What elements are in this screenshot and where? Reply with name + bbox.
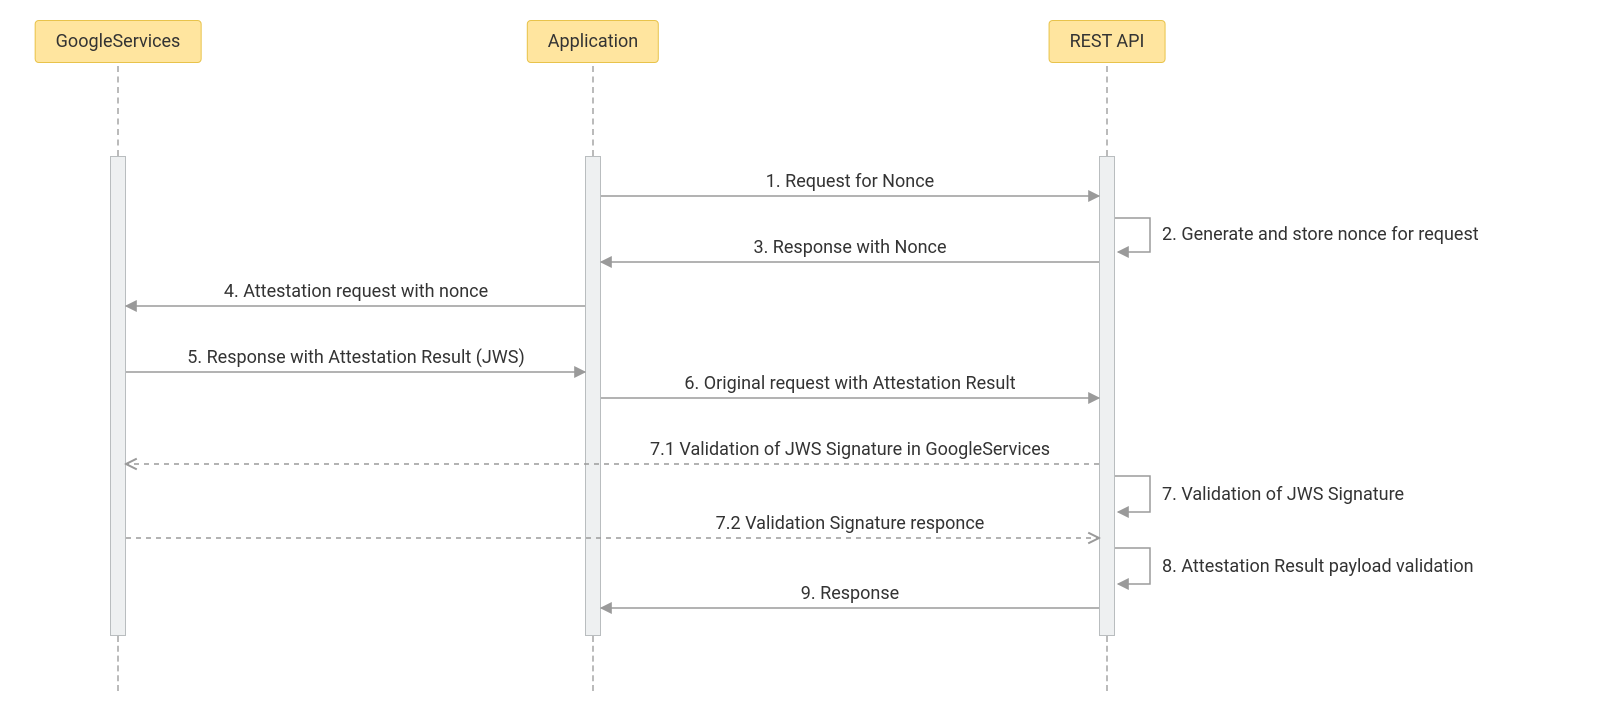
msg-71: 7.1 Validation of JWS Signature in Googl…: [650, 439, 1050, 460]
lifeline-google: [117, 636, 119, 691]
activation-google: [110, 156, 126, 636]
participant-application: Application: [527, 20, 659, 63]
activation-application: [585, 156, 601, 636]
participant-google: GoogleServices: [35, 20, 202, 63]
participant-label: Application: [548, 31, 638, 52]
participant-rest-api: REST API: [1049, 20, 1166, 63]
msg-3: 3. Response with Nonce: [753, 237, 946, 258]
participant-label: GoogleServices: [56, 31, 181, 52]
msg-9: 9. Response: [801, 583, 899, 604]
msg-7: 7. Validation of JWS Signature: [1162, 484, 1404, 505]
msg-6: 6. Original request with Attestation Res…: [684, 373, 1015, 394]
activation-rest-api: [1099, 156, 1115, 636]
lifeline-application: [592, 66, 594, 156]
msg-4: 4. Attestation request with nonce: [224, 281, 488, 302]
participant-label: REST API: [1070, 31, 1145, 52]
lifeline-rest-api: [1106, 636, 1108, 691]
lifeline-application: [592, 636, 594, 691]
lifeline-google: [117, 66, 119, 156]
msg-2: 2. Generate and store nonce for request: [1162, 224, 1479, 245]
lifeline-rest-api: [1106, 66, 1108, 156]
msg-72: 7.2 Validation Signature responce: [716, 513, 985, 534]
msg-1: 1. Request for Nonce: [766, 171, 934, 192]
msg-5: 5. Response with Attestation Result (JWS…: [187, 347, 524, 368]
msg-8: 8. Attestation Result payload validation: [1162, 556, 1474, 577]
